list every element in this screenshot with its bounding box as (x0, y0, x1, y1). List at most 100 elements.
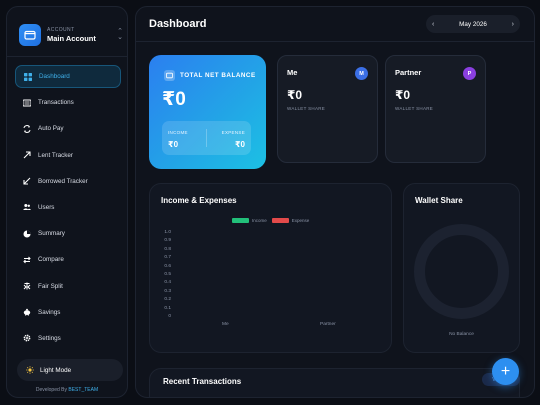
list-icon (23, 99, 31, 107)
light-mode-label: Light Mode (40, 366, 72, 374)
wallet-share-label: WALLET SHARE (395, 106, 434, 111)
sidebar-item-savings[interactable]: Savings (15, 301, 121, 324)
income-expense-summary: INCOME ₹0 EXPENSE ₹0 (162, 121, 251, 155)
wallet-name: Me (287, 68, 298, 77)
sidebar-item-auto-pay[interactable]: Auto Pay (15, 117, 121, 140)
add-transaction-button[interactable]: + (492, 358, 519, 385)
income-label: INCOME (168, 130, 188, 135)
y-tick-label: 0.4 (164, 280, 171, 286)
expense-value: ₹0 (234, 140, 245, 149)
wallet-name: Partner (395, 68, 422, 77)
y-tick-label: 1.0 (164, 230, 171, 235)
income-expenses-title: Income & Expenses (161, 196, 237, 205)
wallet-card-partner[interactable]: Partner P ₹0 WALLET SHARE (385, 55, 486, 163)
app: ACCOUNT Main Account ⌃ ⌄ Dashboard Transa… (0, 0, 540, 405)
sidebar-item-label: Lent Tracker (38, 151, 73, 159)
header-divider (136, 41, 534, 42)
chart-legend: Income Expense (232, 218, 314, 223)
arrow-out-icon (23, 151, 31, 159)
sidebar-item-label: Users (38, 203, 55, 211)
y-tick-label: 0.8 (164, 246, 171, 252)
wallet-value: ₹0 (287, 88, 303, 102)
split-icon (23, 282, 31, 290)
sidebar: ACCOUNT Main Account ⌃ ⌄ Dashboard Transa… (6, 6, 128, 398)
piggy-icon (23, 308, 31, 316)
sidebar-item-fair-split[interactable]: Fair Split (15, 275, 121, 298)
sidebar-item-label: Compare (38, 256, 64, 264)
sidebar-item-label: Transactions (38, 99, 74, 107)
users-icon (23, 204, 31, 211)
legend-item-expense[interactable]: Expense (271, 218, 310, 223)
wallet-value: ₹0 (395, 88, 411, 102)
y-tick-label: 0.1 (164, 305, 171, 311)
legend-swatch (271, 218, 289, 223)
y-tick-label: 0.7 (164, 255, 171, 261)
expense-label: EXPENSE (221, 130, 245, 135)
y-tick-label: 0.6 (164, 263, 171, 269)
sidebar-item-label: Settings (38, 334, 61, 342)
light-mode-toggle[interactable]: Light Mode (17, 359, 123, 381)
legend-item-income[interactable]: Income (232, 218, 267, 223)
account-name: Main Account (47, 34, 96, 43)
sidebar-item-dashboard[interactable]: Dashboard (15, 65, 121, 88)
wallet-share-label: WALLET SHARE (287, 106, 326, 111)
gear-icon (23, 334, 31, 342)
income-value: ₹0 (168, 140, 179, 149)
y-tick-label: 0.2 (164, 297, 171, 303)
recent-transactions-title: Recent Transactions (163, 377, 242, 386)
no-balance-text: No Balance (449, 332, 474, 337)
x-tick-label: Partner (320, 322, 336, 327)
sidebar-item-label: Dashboard (39, 73, 70, 80)
income-expenses-panel: Income & Expenses Income Expense 1.0 0.9 0… (149, 183, 392, 353)
wallet-icon (19, 24, 41, 46)
sidebar-item-summary[interactable]: Summary (15, 222, 121, 245)
wallet-share-panel: Wallet Share No Balance (403, 183, 520, 353)
avatar: P (463, 67, 476, 80)
sidebar-item-users[interactable]: Users (15, 196, 121, 219)
sidebar-item-label: Borrowed Tracker (38, 177, 88, 185)
wallet-card-me[interactable]: Me M ₹0 WALLET SHARE (277, 55, 378, 163)
chevron-right-icon[interactable]: › (512, 21, 514, 28)
developer-prefix: Developed By (35, 387, 67, 393)
sidebar-item-label: Savings (38, 308, 61, 316)
y-tick-label: 0.9 (164, 238, 171, 244)
wallet-share-donut (414, 224, 509, 319)
sidebar-item-settings[interactable]: Settings (15, 327, 121, 350)
page-title: Dashboard (149, 18, 207, 30)
x-tick-label: Me (222, 322, 229, 327)
chevron-left-icon[interactable]: ‹ (432, 21, 434, 28)
sidebar-item-borrowed-tracker[interactable]: Borrowed Tracker (15, 170, 121, 193)
sidebar-item-transactions[interactable]: Transactions (15, 91, 121, 114)
month-label: May 2026 (459, 20, 487, 28)
developer-team-link[interactable]: BEST_TEAM (68, 387, 98, 393)
net-balance-value: ₹0 (162, 89, 186, 110)
recent-transactions-panel: Recent Transactions View All (149, 368, 520, 397)
net-balance-label: TOTAL NET BALANCE (180, 72, 256, 79)
divider (7, 56, 127, 57)
arrow-in-icon (23, 177, 31, 185)
sidebar-item-label: Auto Pay (38, 125, 64, 133)
main-content: Dashboard ‹ May 2026 › TOTAL NET BALANCE… (135, 6, 535, 398)
developer-credit: Developed By BEST_TEAM (7, 387, 127, 393)
sidebar-item-compare[interactable]: Compare (15, 248, 121, 271)
chevron-updown-icon: ⌃ ⌄ (117, 28, 123, 41)
plus-icon: + (500, 362, 511, 380)
sun-icon (26, 366, 34, 374)
sidebar-item-lent-tracker[interactable]: Lent Tracker (15, 144, 121, 167)
y-tick-label: 0.5 (164, 272, 171, 277)
avatar: M (355, 67, 368, 80)
wallet-icon (164, 70, 175, 81)
net-balance-card: TOTAL NET BALANCE ₹0 INCOME ₹0 EXPENSE ₹… (149, 55, 266, 169)
repeat-icon (23, 124, 31, 133)
legend-label: Expense (291, 218, 310, 223)
y-tick-label: 0 (168, 314, 171, 319)
grid-icon (24, 72, 32, 81)
month-selector: ‹ May 2026 › (426, 15, 520, 33)
legend-label: Income (252, 218, 267, 223)
pie-icon (23, 230, 31, 238)
account-switcher[interactable]: ACCOUNT Main Account ⌃ ⌄ (19, 19, 123, 51)
sidebar-nav: Dashboard Transactions Auto Pay Lent Tra… (15, 65, 121, 353)
account-label: ACCOUNT (47, 27, 75, 33)
sidebar-item-label: Summary (38, 230, 65, 238)
divider (206, 129, 207, 147)
